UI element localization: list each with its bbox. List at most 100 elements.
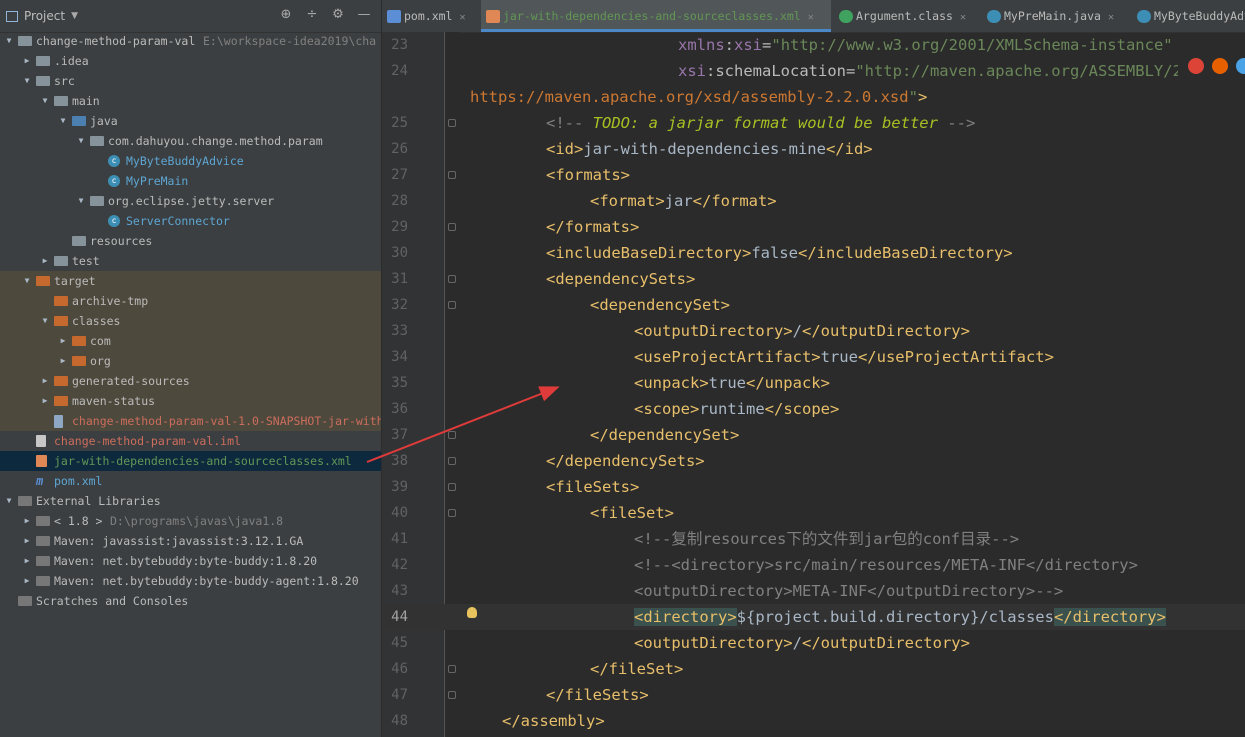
- chevron-down-icon[interactable]: ▼: [4, 31, 14, 51]
- tree-item[interactable]: ▼ src: [0, 71, 381, 91]
- code-token: :: [724, 36, 735, 54]
- firefox-icon[interactable]: [1212, 58, 1228, 74]
- code-token: <id>: [546, 140, 584, 158]
- fold-marker-icon[interactable]: [448, 301, 456, 309]
- tree-item[interactable]: ▼ target: [0, 271, 381, 291]
- fold-marker-icon[interactable]: [448, 119, 456, 127]
- tree-item[interactable]: jar-with-dependencies-and-sourceclasses.…: [0, 451, 381, 471]
- chevron-down-icon[interactable]: ▼: [71, 11, 78, 21]
- folder-icon: [36, 76, 50, 86]
- chevron-right-icon[interactable]: ▶: [58, 331, 68, 351]
- tree-item[interactable]: ▶ generated-sources: [0, 371, 381, 391]
- tree-item[interactable]: resources: [0, 231, 381, 251]
- chevron-down-icon[interactable]: ▼: [22, 271, 32, 291]
- chevron-right-icon[interactable]: ▶: [40, 391, 50, 411]
- code-token: <useProjectArtifact>: [634, 348, 821, 366]
- code-line: 42 <!--<directory>src/main/resources/META…: [382, 552, 1245, 578]
- tree-item[interactable]: ▶ Maven: javassist:javassist:3.12.1.GA: [0, 531, 381, 551]
- tree-item[interactable]: archive-tmp: [0, 291, 381, 311]
- chevron-right-icon[interactable]: ▶: [40, 251, 50, 271]
- tree-item[interactable]: Scratches and Consoles: [0, 591, 381, 611]
- tree-item-label: test: [72, 254, 100, 268]
- fold-marker-icon[interactable]: [448, 223, 456, 231]
- tree-item[interactable]: ▼ External Libraries: [0, 491, 381, 511]
- tree-item[interactable]: ▶ test: [0, 251, 381, 271]
- tree-item[interactable]: change-method-param-val-1.0-SNAPSHOT-jar…: [0, 411, 381, 431]
- chevron-right-icon[interactable]: ▶: [22, 51, 32, 71]
- code-line: 46 </fileSet>: [382, 656, 1245, 682]
- tree-item[interactable]: ▶ org: [0, 351, 381, 371]
- excluded-folder-icon: [54, 296, 68, 306]
- tree-item[interactable]: c MyPreMain: [0, 171, 381, 191]
- tree-item-label: change-method-param-val-1.0-SNAPSHOT-jar…: [72, 414, 381, 428]
- fold-marker-icon[interactable]: [448, 275, 456, 283]
- chevron-right-icon[interactable]: ▶: [22, 531, 32, 551]
- line-number: 31: [391, 271, 408, 287]
- excluded-folder-icon: [54, 316, 68, 326]
- code-line: 35 <unpack>true</unpack>: [382, 370, 1245, 396]
- locate-icon[interactable]: ⊕: [275, 7, 297, 22]
- tree-item[interactable]: ▶ < 1.8 > D:\programs\javas\java1.8: [0, 511, 381, 531]
- chevron-down-icon[interactable]: ▼: [58, 111, 68, 131]
- tree-item[interactable]: ▶ maven-status: [0, 391, 381, 411]
- chevron-right-icon[interactable]: ▶: [22, 571, 32, 591]
- tree-item[interactable]: c MyByteBuddyAdvice: [0, 151, 381, 171]
- chevron-down-icon[interactable]: ▼: [22, 71, 32, 91]
- tree-item[interactable]: ▼ com.dahuyou.change.method.param: [0, 131, 381, 151]
- fold-marker-icon[interactable]: [448, 431, 456, 439]
- tree-item[interactable]: ▶ Maven: net.bytebuddy:byte-buddy-agent:1…: [0, 571, 381, 591]
- code-editor[interactable]: 23 xmlns:xsi="http://www.w3.org/2001/XMLS…: [382, 32, 1245, 737]
- fold-marker-icon[interactable]: [448, 457, 456, 465]
- fold-marker-icon[interactable]: [448, 691, 456, 699]
- editor-tab[interactable]: MyByteBuddyAdvice✕: [1132, 0, 1245, 31]
- library-icon: [36, 556, 50, 566]
- code-token: </formats>: [546, 218, 640, 236]
- tree-item[interactable]: ▼ main: [0, 91, 381, 111]
- fold-marker-icon[interactable]: [448, 509, 456, 517]
- chevron-down-icon[interactable]: ▼: [40, 311, 50, 331]
- chevron-down-icon[interactable]: ▼: [4, 491, 14, 511]
- tree-item[interactable]: ▼ change-method-param-val E:\workspace-ide…: [0, 31, 381, 51]
- chevron-right-icon[interactable]: ▶: [22, 551, 32, 571]
- tree-item[interactable]: ▶ com: [0, 331, 381, 351]
- hide-icon[interactable]: —: [353, 7, 375, 22]
- tree-item[interactable]: ▼ org.eclipse.jetty.server: [0, 191, 381, 211]
- chrome-icon[interactable]: [1188, 58, 1204, 74]
- close-icon[interactable]: ✕: [960, 12, 966, 23]
- fold-marker-icon[interactable]: [448, 665, 456, 673]
- chevron-right-icon[interactable]: ▶: [22, 511, 32, 531]
- fold-marker-icon[interactable]: [448, 171, 456, 179]
- collapse-all-icon[interactable]: ÷: [301, 7, 323, 22]
- chevron-right-icon[interactable]: ▶: [40, 371, 50, 391]
- tree-item[interactable]: ▼ java: [0, 111, 381, 131]
- chevron-down-icon[interactable]: ▼: [76, 191, 86, 211]
- tree-item[interactable]: c ServerConnector: [0, 211, 381, 231]
- safari-icon[interactable]: [1236, 58, 1245, 74]
- tree-item[interactable]: ▶ .idea: [0, 51, 381, 71]
- gear-icon[interactable]: ⚙: [327, 7, 349, 22]
- code-line: 37 </dependencySet>: [382, 422, 1245, 448]
- editor-tab[interactable]: MyPreMain.java ✕: [982, 0, 1127, 31]
- code-token: </useProjectArtifact>: [857, 348, 1054, 366]
- editor-tab[interactable]: pom.xml ✕: [382, 0, 480, 31]
- chevron-right-icon[interactable]: ▶: [58, 351, 68, 371]
- editor-tab[interactable]: Argument.class ✕: [834, 0, 979, 31]
- code-line: 45 <outputDirectory>/</outputDirectory>: [382, 630, 1245, 656]
- chevron-down-icon[interactable]: ▼: [40, 91, 50, 111]
- tree-item[interactable]: m pom.xml: [0, 471, 381, 491]
- line-number: 39: [391, 479, 408, 495]
- editor-tab[interactable]: jar-with-dependencies-and-sourceclasses.…: [481, 0, 831, 32]
- code-line: 33 <outputDirectory>/</outputDirectory>: [382, 318, 1245, 344]
- fold-marker-icon[interactable]: [448, 483, 456, 491]
- close-icon[interactable]: ✕: [808, 12, 814, 23]
- close-icon[interactable]: ✕: [1108, 12, 1114, 23]
- close-icon[interactable]: ✕: [459, 12, 465, 23]
- tree-item[interactable]: ▼ classes: [0, 311, 381, 331]
- tree-item[interactable]: ▶ Maven: net.bytebuddy:byte-buddy:1.8.20: [0, 551, 381, 571]
- chevron-down-icon[interactable]: ▼: [76, 131, 86, 151]
- line-number: 46: [391, 661, 408, 677]
- tree-item[interactable]: change-method-param-val.iml: [0, 431, 381, 451]
- lightbulb-icon[interactable]: [467, 607, 477, 618]
- tree-item-label: com: [90, 334, 111, 348]
- project-title[interactable]: Project: [24, 9, 65, 23]
